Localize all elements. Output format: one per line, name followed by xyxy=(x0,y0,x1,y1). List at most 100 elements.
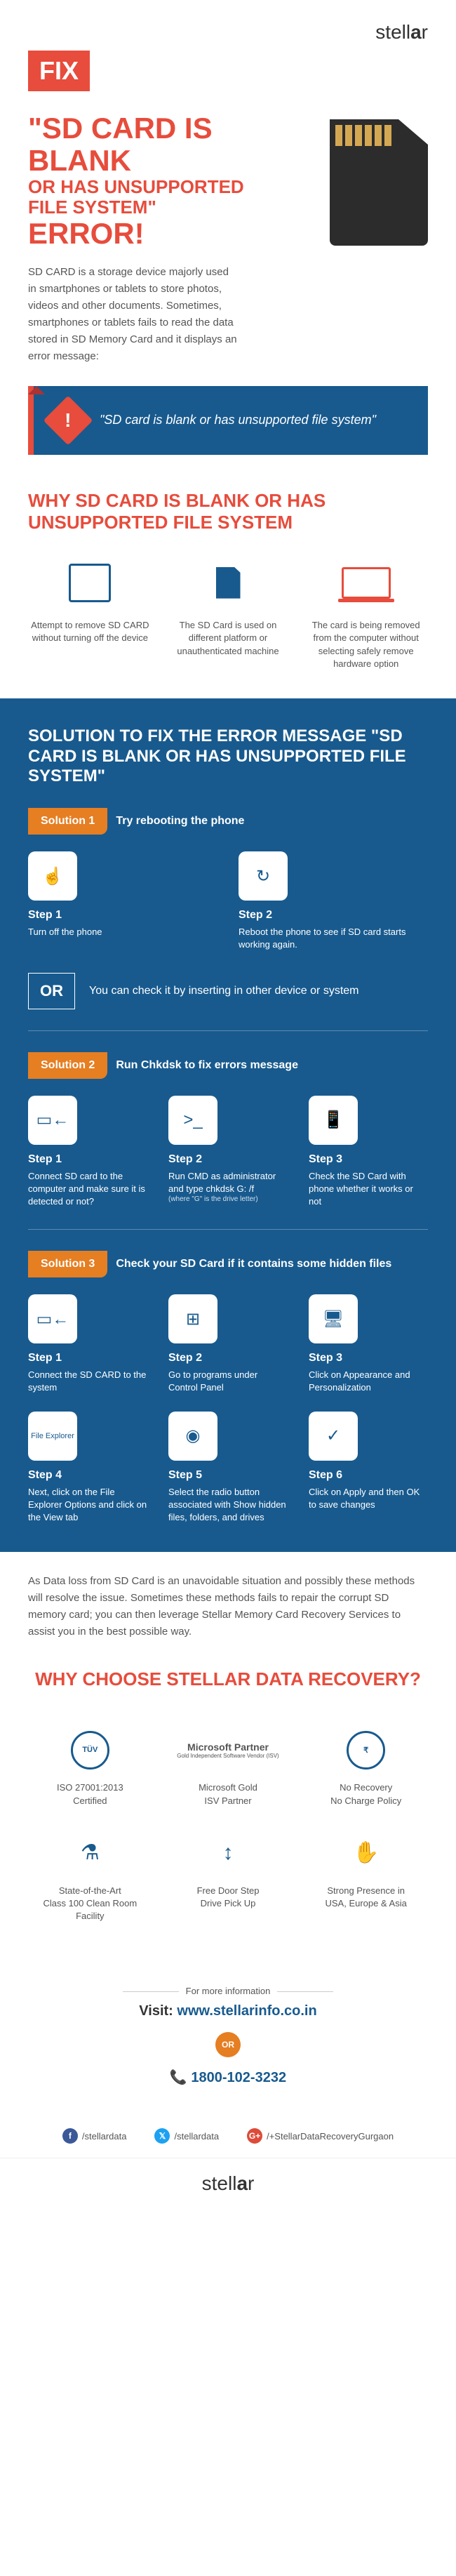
sol2-label: Solution 2 xyxy=(28,1052,107,1079)
step-note: (where "G" is the drive letter) xyxy=(168,1195,288,1203)
atm-icon xyxy=(69,564,111,602)
control-panel-icon: ⊞ xyxy=(168,1294,217,1343)
or-circle: OR xyxy=(215,2032,241,2057)
step-text: Select the radio button associated with … xyxy=(168,1486,288,1525)
phone-number[interactable]: 📞 1800-102-3232 xyxy=(28,2069,428,2086)
laptop-icon xyxy=(342,567,391,599)
fix-badge: FIX xyxy=(28,51,90,91)
footer-brand: stellar xyxy=(0,2158,456,2209)
step-label: Step 1 xyxy=(28,1153,147,1166)
solution2-head: Solution 2 Run Chkdsk to fix errors mess… xyxy=(28,1052,428,1079)
sol3-desc: Check your SD Card if it contains some h… xyxy=(116,1258,391,1270)
step-text: Connect SD card to the computer and make… xyxy=(28,1170,147,1209)
closing-text: As Data loss from SD Card is an unavoida… xyxy=(0,1552,456,1661)
step-text: Connect the SD CARD to the system xyxy=(28,1369,147,1394)
pickup-icon: ↕ xyxy=(223,1841,234,1865)
step-text: Click on Appearance and Personalization xyxy=(309,1369,428,1394)
why-item: Attempt to remove SD CARD without turnin… xyxy=(28,555,152,670)
sd-card-icon xyxy=(330,119,428,246)
step-label: Step 4 xyxy=(28,1469,147,1482)
step-label: Step 2 xyxy=(168,1352,288,1365)
step: 🖥 Step 3 Click on Appearance and Persona… xyxy=(309,1294,428,1394)
radio-button-icon: ◉ xyxy=(168,1412,217,1461)
title-l4: ERROR! xyxy=(28,217,145,250)
file-explorer-icon: File Explorer xyxy=(28,1412,77,1461)
badge-sub: ISV Partner xyxy=(204,1795,251,1806)
badge-sub: Drive Pick Up xyxy=(201,1898,256,1908)
step: ◉ Step 5 Select the radio button associa… xyxy=(168,1412,288,1525)
visit-prefix: Visit: xyxy=(139,2003,177,2019)
solution-block: SOLUTION TO FIX THE ERROR MESSAGE "SD CA… xyxy=(0,698,456,1552)
title-l3: FILE SYSTEM" xyxy=(28,197,323,218)
step: >_ Step 2 Run CMD as administrator and t… xyxy=(168,1096,288,1209)
title-l1: "SD CARD IS BLANK xyxy=(28,112,213,177)
step-text: Click on Apply and then OK to save chang… xyxy=(309,1486,428,1511)
gplus-icon: G+ xyxy=(247,2128,262,2144)
step-label: Step 1 xyxy=(28,909,217,922)
sd-mini-icon xyxy=(216,567,241,599)
step-text: Check the SD Card with phone whether it … xyxy=(309,1170,428,1209)
power-off-icon: ☝ xyxy=(28,851,77,901)
visit-link[interactable]: www.stellarinfo.co.in xyxy=(177,2003,316,2019)
step-text: Run CMD as administrator and type chkdsk… xyxy=(168,1170,288,1195)
why-reasons-row: Attempt to remove SD CARD without turnin… xyxy=(0,555,456,698)
more-info-label: For more information xyxy=(28,1986,428,1996)
step: ▭← Step 1 Connect SD card to the compute… xyxy=(28,1096,147,1209)
error-message: "SD card is blank or has unsupported fil… xyxy=(100,413,376,427)
or-text: You can check it by inserting in other d… xyxy=(89,985,359,997)
hand-icon: ✋ xyxy=(353,1840,379,1865)
why-text: The SD Card is used on different platfor… xyxy=(166,619,290,658)
connect-icon: ▭← xyxy=(28,1096,77,1145)
twitter-icon: 𝕏 xyxy=(154,2128,170,2144)
step-label: Step 3 xyxy=(309,1352,428,1365)
sol1-desc: Try rebooting the phone xyxy=(116,815,244,828)
phone-text: 1800-102-3232 xyxy=(191,2070,286,2085)
step-label: Step 6 xyxy=(309,1469,428,1482)
why-item: The SD Card is used on different platfor… xyxy=(166,555,290,670)
rupee-icon: ₹ xyxy=(347,1731,385,1770)
why-text: Attempt to remove SD CARD without turnin… xyxy=(28,619,152,644)
why-choose-block: TÜV ISO 27001:2013Certified Microsoft Pa… xyxy=(0,1711,456,1972)
connect-icon: ▭← xyxy=(28,1294,77,1343)
social-handle: /+StellarDataRecoveryGurgaon xyxy=(267,2131,394,2142)
why-heading: WHY SD CARD IS BLANK OR HAS UNSUPPORTED … xyxy=(0,483,456,555)
error-callout: ! "SD card is blank or has unsupported f… xyxy=(28,386,428,455)
microsoft-partner-icon: Microsoft PartnerGold Independent Softwa… xyxy=(177,1741,279,1759)
apply-ok-icon: ✓ xyxy=(309,1412,358,1461)
badge-sub: No Charge Policy xyxy=(330,1795,401,1806)
badge-main: State-of-the-Art xyxy=(59,1885,121,1896)
more-info-block: For more information Visit: www.stellari… xyxy=(0,1972,456,2114)
step-label: Step 3 xyxy=(309,1153,428,1166)
badge-item: ↕ Free Door Step Drive Pick Up xyxy=(166,1828,290,1923)
social-fb[interactable]: f/stellardata xyxy=(62,2128,127,2144)
step-label: Step 5 xyxy=(168,1469,288,1482)
social-tw[interactable]: 𝕏/stellardata xyxy=(154,2128,219,2144)
sol3-label: Solution 3 xyxy=(28,1251,107,1277)
badge-main: ISO 27001:2013 xyxy=(57,1782,123,1793)
why-text: The card is being removed from the compu… xyxy=(304,619,428,670)
badge-sub: USA, Europe & Asia xyxy=(326,1898,407,1908)
social-gp[interactable]: G+ /+StellarDataRecoveryGurgaon xyxy=(247,2128,394,2144)
facebook-icon: f xyxy=(62,2128,78,2144)
warning-icon: ! xyxy=(43,395,93,445)
step-text: Go to programs under Control Panel xyxy=(168,1369,288,1394)
badge-item: ✋ Strong Presence inUSA, Europe & Asia xyxy=(304,1828,428,1923)
or-badge: OR xyxy=(28,973,75,1009)
step-label: Step 2 xyxy=(239,909,428,922)
social-handle: /stellardata xyxy=(82,2131,127,2142)
or-row: OR You can check it by inserting in othe… xyxy=(28,973,428,1009)
badge-main: Free Door Step xyxy=(197,1885,260,1896)
badge-main: Microsoft Gold xyxy=(199,1782,257,1793)
badge-sub: Class 100 Clean Room Facility xyxy=(43,1898,137,1921)
title-l2: OR HAS UNSUPPORTED xyxy=(28,177,323,197)
step: ↻ Step 2 Reboot the phone to see if SD c… xyxy=(239,851,428,951)
step-label: Step 1 xyxy=(28,1352,147,1365)
badge-main: No Recovery xyxy=(340,1782,392,1793)
step: ☝ Step 1 Turn off the phone xyxy=(28,851,217,951)
solution1-head: Solution 1 Try rebooting the phone xyxy=(28,808,428,835)
visit-line: Visit: www.stellarinfo.co.in xyxy=(28,2003,428,2019)
badge-item: TÜV ISO 27001:2013Certified xyxy=(28,1725,152,1807)
badge-item: ⚗ State-of-the-Art Class 100 Clean Room F… xyxy=(28,1828,152,1923)
badge-item: ₹ No Recovery No Charge Policy xyxy=(304,1725,428,1807)
cleanroom-icon: ⚗ xyxy=(81,1840,100,1865)
